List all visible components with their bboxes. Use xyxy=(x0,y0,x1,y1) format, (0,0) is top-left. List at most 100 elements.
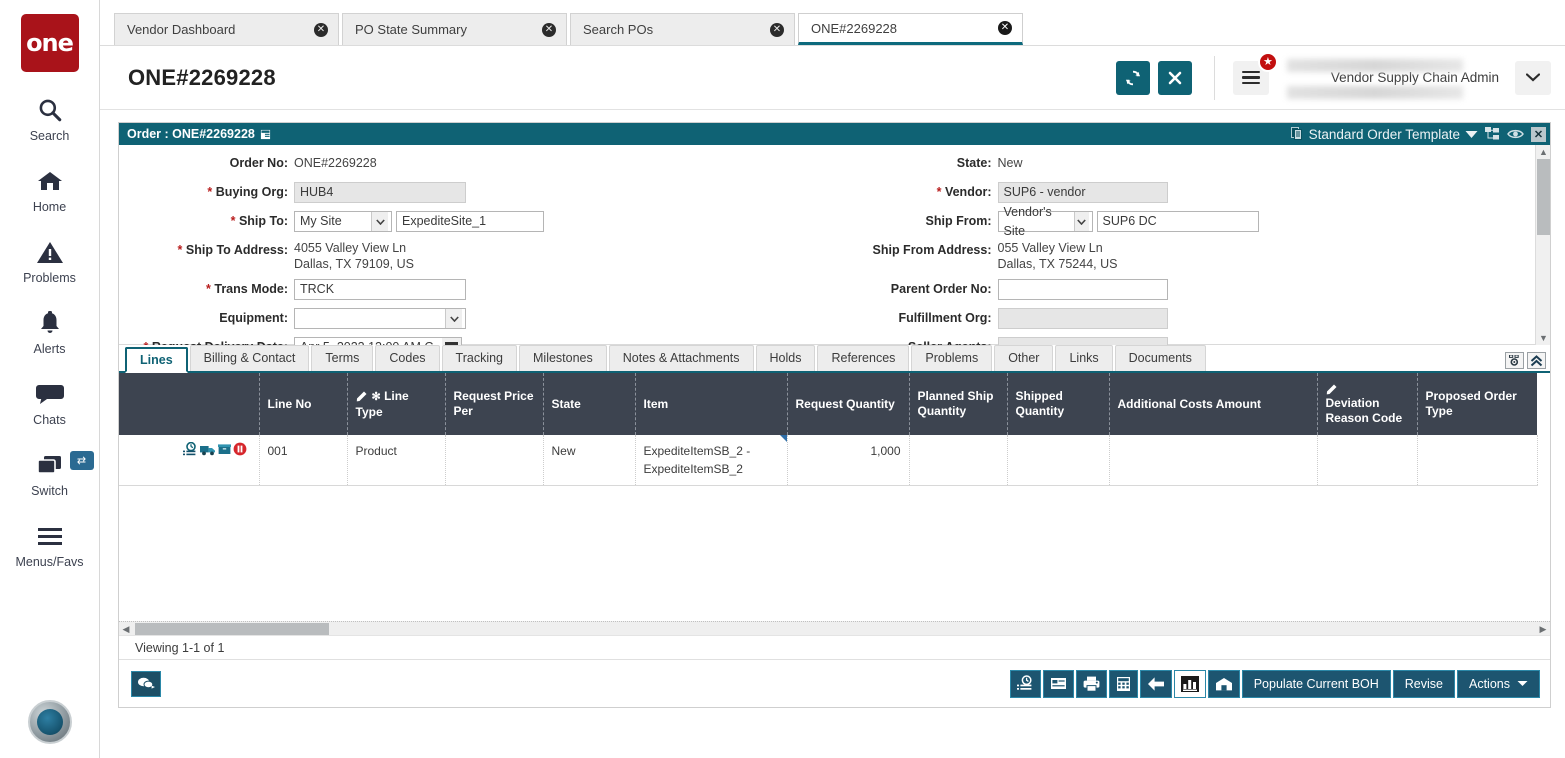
avatar[interactable] xyxy=(28,700,72,744)
col-planned-ship-quantity[interactable]: Planned Ship Quantity xyxy=(909,373,1007,435)
cell-proposed-order-type[interactable] xyxy=(1417,435,1537,486)
order-template-selector[interactable]: Standard Order Template xyxy=(1291,127,1478,142)
browser-tab-po-state-summary[interactable]: PO State Summary ✕ xyxy=(342,13,567,45)
close-page-button[interactable] xyxy=(1158,61,1192,95)
tab-other[interactable]: Other xyxy=(994,345,1053,371)
calculator-button[interactable] xyxy=(1109,670,1138,698)
tab-documents[interactable]: Documents xyxy=(1115,345,1206,371)
summary-card-button[interactable] xyxy=(1043,670,1074,698)
user-menu[interactable]: Vendor Supply Chain Admin xyxy=(1269,61,1551,95)
scrollbar-thumb[interactable] xyxy=(1537,159,1550,235)
trans-mode-input[interactable]: TRCK xyxy=(294,279,466,300)
stop-icon[interactable] xyxy=(233,442,247,456)
cell-row-actions[interactable] xyxy=(119,435,259,486)
col-item[interactable]: Item xyxy=(635,373,787,435)
form-vertical-scrollbar[interactable]: ▲ ▼ xyxy=(1535,145,1550,345)
lines-grid-scroll[interactable]: Line No ✻ Line Type Request Price Per St… xyxy=(119,373,1550,621)
close-icon[interactable]: ✕ xyxy=(770,23,784,37)
grid-horizontal-scrollbar[interactable]: ◀ ▶ xyxy=(119,621,1550,635)
tab-terms[interactable]: Terms xyxy=(311,345,373,371)
col-line-type[interactable]: ✻ Line Type xyxy=(347,373,445,435)
sidebar-item-problems[interactable]: Problems xyxy=(0,236,100,285)
close-icon[interactable]: ✕ xyxy=(542,23,556,37)
col-line-no[interactable]: Line No xyxy=(259,373,347,435)
back-button[interactable] xyxy=(1140,670,1172,698)
scroll-right-arrow-icon[interactable]: ▶ xyxy=(1536,622,1550,636)
sidebar-item-home[interactable]: Home xyxy=(0,165,100,214)
audit-trail-button[interactable] xyxy=(1010,670,1041,698)
sidebar-item-search[interactable]: Search xyxy=(0,94,100,143)
sidebar-item-chats[interactable]: Chats xyxy=(0,378,100,427)
col-deviation-reason-code[interactable]: Deviation Reason Code xyxy=(1317,373,1417,435)
col-request-quantity[interactable]: Request Quantity xyxy=(787,373,909,435)
cell-request-quantity[interactable]: 1,000 xyxy=(787,435,909,486)
scroll-down-arrow-icon[interactable]: ▼ xyxy=(1536,331,1551,345)
tab-billing-contact[interactable]: Billing & Contact xyxy=(190,345,310,371)
fulfillment-org-input[interactable] xyxy=(998,308,1168,329)
scroll-left-arrow-icon[interactable]: ◀ xyxy=(119,622,133,636)
cell-line-no[interactable]: 001 xyxy=(259,435,347,486)
cell-shipped-quantity[interactable] xyxy=(1007,435,1109,486)
ship-from-type-select[interactable]: Vendor's Site xyxy=(998,211,1093,232)
col-proposed-order-type[interactable]: Proposed Order Type xyxy=(1417,373,1537,435)
chat-forward-button[interactable] xyxy=(131,671,161,697)
collapse-button[interactable] xyxy=(1527,352,1546,369)
print-button[interactable] xyxy=(1076,670,1107,698)
col-state[interactable]: State xyxy=(543,373,635,435)
ship-to-site-input[interactable]: ExpediteSite_1 xyxy=(396,211,544,232)
close-icon[interactable]: ✕ xyxy=(998,21,1012,35)
cell-item[interactable]: ExpediteItemSB_2 - ExpediteItemSB_2 xyxy=(635,435,787,486)
grid-settings-button[interactable] xyxy=(1505,352,1524,369)
populate-current-boh-button[interactable]: Populate Current BOH xyxy=(1242,670,1391,698)
browser-tab-search-pos[interactable]: Search POs ✕ xyxy=(570,13,795,45)
browser-tab-one-2269228[interactable]: ONE#2269228 ✕ xyxy=(798,13,1023,45)
tab-codes[interactable]: Codes xyxy=(375,345,439,371)
vendor-input[interactable]: SUP6 - vendor xyxy=(998,182,1168,203)
table-row[interactable]: 001 Product New ExpediteItemSB_2 - Exped… xyxy=(119,435,1537,486)
actions-button[interactable]: Actions xyxy=(1457,670,1540,698)
close-panel-button[interactable]: ✕ xyxy=(1531,127,1546,142)
hierarchy-icon[interactable] xyxy=(1485,127,1500,141)
cell-additional-costs-amount[interactable] xyxy=(1109,435,1317,486)
parent-order-no-input[interactable] xyxy=(998,279,1168,300)
col-additional-costs-amount[interactable]: Additional Costs Amount xyxy=(1109,373,1317,435)
revise-button[interactable]: Revise xyxy=(1393,670,1455,698)
tab-links[interactable]: Links xyxy=(1055,345,1112,371)
grid-icon[interactable] xyxy=(260,129,271,140)
app-menu-button[interactable]: ★ xyxy=(1233,61,1269,95)
tab-milestones[interactable]: Milestones xyxy=(519,345,607,371)
user-menu-caret[interactable] xyxy=(1515,61,1551,95)
ship-to-type-select[interactable]: My Site xyxy=(294,211,392,232)
tab-lines[interactable]: Lines xyxy=(125,347,188,373)
ship-from-site-input[interactable]: SUP6 DC xyxy=(1097,211,1259,232)
scrollbar-thumb[interactable] xyxy=(135,623,329,635)
user-name-box[interactable]: Vendor Supply Chain Admin xyxy=(1321,70,1509,85)
cell-planned-ship-quantity[interactable] xyxy=(909,435,1007,486)
sidebar-item-alerts[interactable]: Alerts xyxy=(0,307,100,356)
app-logo[interactable]: one xyxy=(21,14,79,72)
browser-tab-vendor-dashboard[interactable]: Vendor Dashboard ✕ xyxy=(114,13,339,45)
cell-state[interactable]: New xyxy=(543,435,635,486)
equipment-select[interactable] xyxy=(294,308,466,329)
col-request-price-per[interactable]: Request Price Per xyxy=(445,373,543,435)
buying-org-input[interactable]: HUB4 xyxy=(294,182,466,203)
tab-notes-attachments[interactable]: Notes & Attachments xyxy=(609,345,754,371)
sidebar-item-menus-favs[interactable]: Menus/Favs xyxy=(0,520,100,569)
sidebar-item-switch[interactable]: ⇄ Switch xyxy=(0,449,100,498)
truck-icon[interactable] xyxy=(200,443,216,456)
close-icon[interactable]: ✕ xyxy=(314,23,328,37)
col-shipped-quantity[interactable]: Shipped Quantity xyxy=(1007,373,1109,435)
cell-request-price-per[interactable] xyxy=(445,435,543,486)
eye-icon[interactable] xyxy=(1507,128,1524,140)
tab-tracking[interactable]: Tracking xyxy=(442,345,517,371)
refresh-button[interactable] xyxy=(1116,61,1150,95)
box-icon[interactable] xyxy=(218,443,231,456)
tab-problems[interactable]: Problems xyxy=(911,345,992,371)
col-row-actions[interactable] xyxy=(119,373,259,435)
cell-line-type[interactable]: Product xyxy=(347,435,445,486)
meter-icon[interactable] xyxy=(183,442,198,456)
warehouse-button[interactable] xyxy=(1208,670,1240,698)
tab-references[interactable]: References xyxy=(817,345,909,371)
scroll-up-arrow-icon[interactable]: ▲ xyxy=(1536,145,1551,159)
cell-deviation-reason-code[interactable] xyxy=(1317,435,1417,486)
